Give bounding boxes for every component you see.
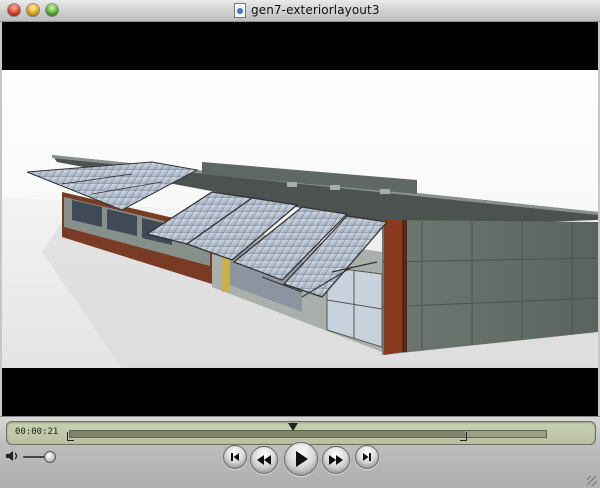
minimize-window-button[interactable] xyxy=(27,4,39,16)
quicktime-document-icon[interactable] xyxy=(234,3,246,18)
current-time: 00:00:21 xyxy=(15,427,59,437)
scrubber-track[interactable] xyxy=(69,430,547,438)
window-title: gen7-exteriorlayout3 xyxy=(251,3,380,17)
zoom-window-button[interactable] xyxy=(46,4,58,16)
go-to-start-button[interactable] xyxy=(223,445,247,469)
selection-start-marker[interactable] xyxy=(67,432,74,441)
video-display[interactable] xyxy=(2,22,598,416)
rewind-button[interactable] xyxy=(250,446,278,474)
selection-end-marker[interactable] xyxy=(460,432,468,441)
skip-to-start-icon xyxy=(231,453,239,461)
playhead[interactable] xyxy=(287,423,298,431)
close-window-button[interactable] xyxy=(8,4,20,16)
selection-range xyxy=(70,431,466,437)
go-to-end-button[interactable] xyxy=(355,445,379,469)
video-frame-building-render xyxy=(2,70,598,368)
speaker-icon xyxy=(6,451,18,461)
play-button[interactable] xyxy=(284,442,318,476)
quicktime-player-window: gen7-exteriorlayout3 00:00:21 xyxy=(0,0,600,488)
resize-grip[interactable] xyxy=(587,476,597,486)
rewind-icon xyxy=(257,455,271,465)
title-bar[interactable]: gen7-exteriorlayout3 xyxy=(0,0,600,22)
volume-slider-knob[interactable] xyxy=(43,451,56,463)
playback-controls: 00:00:21 xyxy=(0,416,600,488)
skip-to-end-icon xyxy=(363,453,371,461)
play-icon xyxy=(296,451,308,467)
fast-forward-button[interactable] xyxy=(322,446,350,474)
fast-forward-icon xyxy=(329,455,343,465)
